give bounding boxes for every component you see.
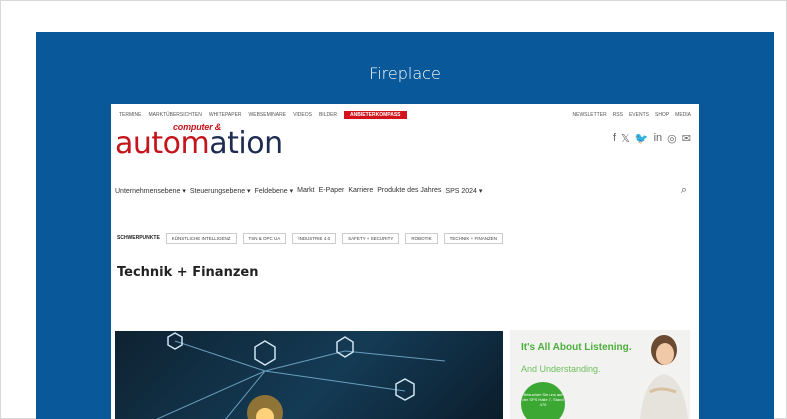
facebook-icon[interactable]: f (613, 132, 616, 145)
topnav-link[interactable]: SHOP (655, 112, 669, 118)
linkedin-icon[interactable]: in (654, 132, 663, 145)
main-navigation: Unternehmensebene ▾ Steuerungsebene ▾ Feld… (115, 184, 687, 197)
topnav-link[interactable]: EVENTS (629, 112, 649, 118)
hero-image[interactable] (115, 331, 503, 419)
fireplace-label: Fireplace (369, 64, 441, 83)
focus-tag[interactable]: TECHNIK + FINANZEN (443, 232, 504, 244)
topnav-link[interactable]: VIDEOS (293, 112, 312, 118)
page-frame: Fireplace TERMINE MARKTÜBERSICHTEN WHITEPA… (0, 0, 787, 419)
topnav-link[interactable]: BILDER (319, 112, 337, 118)
topnav-link[interactable]: TERMINE (119, 112, 142, 118)
mainnav-item[interactable]: SPS 2024 ▾ (445, 187, 482, 195)
x-icon[interactable]: 𝕏 (621, 132, 630, 145)
focus-tag[interactable]: SAFETY + SECURITY (342, 232, 400, 244)
focus-tag[interactable]: KÜNSTLICHE INTELLIGENZ (165, 232, 237, 244)
top-navigation: TERMINE MARKTÜBERSICHTEN WHITEPAPER WEBSEMI… (119, 110, 691, 120)
topnav-link[interactable]: NEWSLETTER (573, 112, 607, 118)
topnav-link[interactable]: WEBSEMINARE (249, 112, 287, 118)
mainnav-item[interactable]: E-Paper (319, 187, 345, 195)
focus-tag[interactable]: INDUSTRIE 4.0 (292, 232, 337, 244)
focus-tag[interactable]: ROBOTIK (405, 232, 438, 244)
topnav-link[interactable]: RSS (613, 112, 623, 118)
fireplace-ad-area[interactable]: Fireplace TERMINE MARKTÜBERSICHTEN WHITEPA… (36, 32, 774, 419)
network-illustration (156, 332, 446, 419)
topnav-highlight-link[interactable]: ANBIETERKOMPASS (344, 111, 407, 119)
mainnav-item[interactable]: Produkte des Jahres (377, 187, 441, 195)
ad-headline: It's All About Listening. (521, 342, 632, 353)
website-preview: TERMINE MARKTÜBERSICHTEN WHITEPAPER WEBSEMI… (111, 104, 699, 419)
social-icons: f 𝕏 🐦 in ◎ ✉ (613, 132, 691, 145)
mail-icon[interactable]: ✉ (682, 132, 691, 145)
focus-label: SCHWERPUNKTE (117, 235, 160, 241)
focus-tag[interactable]: TSN & OPC UA (242, 232, 287, 244)
page-title: Technik + Finanzen (117, 265, 259, 280)
search-icon[interactable]: ⌕ (681, 184, 687, 197)
topnav-link[interactable]: WHITEPAPER (209, 112, 242, 118)
instagram-icon[interactable]: ◎ (667, 132, 677, 145)
site-logo[interactable]: computer & automation (115, 122, 315, 161)
mainnav-item[interactable]: Unternehmensebene ▾ (115, 187, 186, 195)
focus-tags: SCHWERPUNKTE KÜNSTLICHE INTELLIGENZ TSN &… (111, 226, 699, 250)
twitter-icon[interactable]: 🐦 (635, 132, 649, 145)
mainnav-item[interactable]: Markt (297, 187, 315, 195)
mainnav-item[interactable]: Feldebene ▾ (255, 187, 294, 195)
ad-bubble: Besuchen Sie uns auf der SPS Halle 7, St… (521, 382, 565, 419)
logo-wordmark: automation (115, 126, 283, 161)
sidebar-ad[interactable]: It's All About Listening. And Understand… (510, 330, 690, 419)
mainnav-item[interactable]: Steuerungsebene ▾ (190, 187, 251, 195)
ad-subline: And Understanding. (521, 364, 601, 374)
ad-person-image (640, 335, 688, 419)
topnav-link[interactable]: MEDIA (675, 112, 691, 118)
topnav-link[interactable]: MARKTÜBERSICHTEN (149, 112, 202, 118)
mainnav-item[interactable]: Karriere (348, 187, 373, 195)
